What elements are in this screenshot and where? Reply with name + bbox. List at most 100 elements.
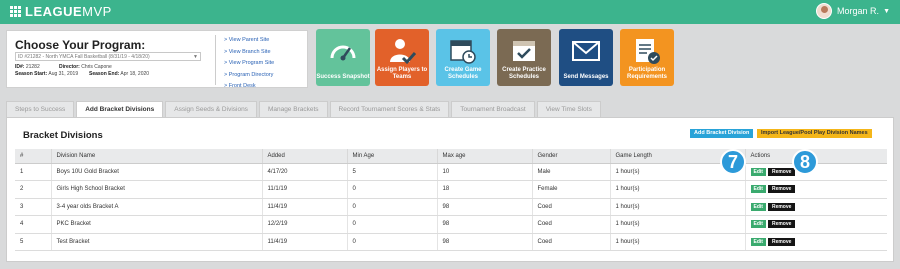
remove-button[interactable]: Remove (767, 202, 796, 211)
row-actions: Edit Remove (744, 198, 887, 216)
participation-requirements-tile[interactable]: Participation Requirements (620, 29, 674, 86)
tile-label: Create Game Schedules (444, 67, 482, 80)
assign-user-icon (390, 39, 417, 65)
link-view-branch-site[interactable]: > View Branch Site (224, 47, 274, 59)
add-bracket-division-button[interactable]: Add Bracket Division (690, 129, 754, 138)
min-age: 5 (346, 163, 437, 181)
table-header: # Division Name Added Min Age Max age Ge… (15, 149, 887, 164)
column-header[interactable]: Added (261, 149, 347, 164)
table-row: 3 3-4 year olds Bracket A 11/4/19 0 98 C… (15, 198, 887, 216)
division-name: 3-4 year olds Bracket A (50, 198, 262, 216)
added-date: 11/1/19 (261, 180, 347, 199)
remove-button[interactable]: Remove (767, 220, 796, 229)
column-header[interactable]: Max age (436, 149, 532, 164)
edit-button[interactable]: Edit (750, 167, 766, 176)
tile-label: Create Practice Schedules (502, 67, 546, 80)
leaguemvp-logo[interactable]: LEAGUEMVP (10, 4, 112, 19)
success-snapshot-tile[interactable]: Success Snapshot (316, 29, 370, 86)
column-header[interactable]: # (15, 149, 51, 164)
grid-icon (10, 6, 21, 17)
user-menu[interactable]: Morgan R. ▼ (816, 3, 890, 19)
game-length: 1 hour(s) (609, 233, 745, 251)
min-age: 0 (346, 215, 437, 234)
remove-button[interactable]: Remove (767, 237, 796, 246)
gender: Male (531, 163, 610, 181)
divisions-table: # Division Name Added Min Age Max age Ge… (15, 149, 887, 251)
program-select[interactable]: ID #21282 - North YMCA Fall Basketball (… (15, 52, 201, 61)
tab-manage-brackets[interactable]: Manage Brackets (258, 101, 328, 117)
row-actions: Edit Remove (744, 180, 887, 199)
min-age: 0 (346, 233, 437, 251)
added-date: 11/4/19 (261, 198, 347, 216)
callout-badge-8: 8 (792, 149, 818, 175)
row-number: 4 (15, 215, 51, 234)
gender: Coed (531, 198, 610, 216)
envelope-icon (572, 41, 600, 61)
edit-button[interactable]: Edit (750, 202, 766, 211)
added-date: 11/4/19 (261, 233, 347, 251)
row-actions: Edit Remove (744, 233, 887, 251)
gender: Coed (531, 233, 610, 251)
edit-button[interactable]: Edit (750, 237, 766, 246)
callout-badge-7: 7 (720, 149, 746, 175)
tab-add-bracket-divisions[interactable]: Add Bracket Divisions (76, 101, 164, 118)
tile-label: Assign Players to Teams (376, 67, 428, 80)
program-id: ID#: 21282 (15, 64, 40, 70)
tile-label: Success Snapshot (316, 74, 370, 80)
tab-tournament-broadcast[interactable]: Tournament Broadcast (451, 101, 535, 117)
remove-button[interactable]: Remove (767, 167, 796, 176)
row-number: 3 (15, 198, 51, 216)
row-number: 5 (15, 233, 51, 251)
gender: Female (531, 180, 610, 199)
min-age: 0 (346, 198, 437, 216)
gender: Coed (531, 215, 610, 234)
link-view-program-site[interactable]: > View Program Site (224, 58, 274, 70)
tab-view-time-slots[interactable]: View Time Slots (536, 101, 601, 117)
link-view-parent-site[interactable]: > View Parent Site (224, 35, 274, 47)
link-front-desk[interactable]: > Front Desk (224, 81, 274, 93)
column-header[interactable]: Gender (531, 149, 610, 164)
page-title: Choose Your Program: (15, 38, 146, 52)
max-age: 98 (436, 233, 532, 251)
link-program-directory[interactable]: > Program Directory (224, 70, 274, 82)
season-end: Season End: Apr 18, 2020 (89, 71, 150, 77)
create-practice-schedules-tile[interactable]: Create Practice Schedules (497, 29, 551, 86)
row-number: 1 (15, 163, 51, 181)
game-length: 1 hour(s) (609, 215, 745, 234)
remove-button[interactable]: Remove (767, 185, 796, 194)
program-director: Director: Chris Capone (59, 64, 112, 70)
tile-label: Send Messages (563, 74, 609, 80)
table-row: 4 PKC Bracket 12/2/19 0 98 Coed 1 hour(s… (15, 215, 887, 234)
division-name: Boys 10U Gold Bracket (50, 163, 262, 181)
edit-button[interactable]: Edit (750, 220, 766, 229)
game-length: 1 hour(s) (609, 198, 745, 216)
tab-steps-to-success[interactable]: Steps to Success (6, 101, 75, 117)
max-age: 10 (436, 163, 532, 181)
table-row: 5 Test Bracket 11/4/19 0 98 Coed 1 hour(… (15, 233, 887, 251)
added-date: 4/17/20 (261, 163, 347, 181)
tile-label: Participation Requirements (626, 67, 667, 80)
logo-text: LEAGUEMVP (25, 4, 112, 19)
tab-record-tournament-scores[interactable]: Record Tournament Scores & Stats (329, 101, 450, 117)
table-row: 2 Girls High School Bracket 11/1/19 0 18… (15, 180, 887, 199)
edit-button[interactable]: Edit (750, 185, 766, 194)
program-select-value: ID #21282 - North YMCA Fall Basketball (… (18, 54, 150, 60)
tab-assign-seeds-divisions[interactable]: Assign Seeds & Divisions (165, 101, 257, 117)
column-header[interactable]: Division Name (50, 149, 262, 164)
top-bar: LEAGUEMVP Morgan R. ▼ (0, 0, 900, 24)
max-age: 98 (436, 198, 532, 216)
calendar-clock-icon (450, 40, 476, 64)
division-name: Test Bracket (50, 233, 262, 251)
section-title: Bracket Divisions (23, 130, 103, 141)
import-division-names-button[interactable]: Import League/Pool Play Division Names (757, 129, 872, 138)
assign-players-tile[interactable]: Assign Players to Teams (375, 29, 429, 86)
max-age: 18 (436, 180, 532, 199)
program-card: Choose Your Program: ID #21282 - North Y… (6, 30, 308, 89)
column-header[interactable]: Min Age (346, 149, 437, 164)
send-messages-tile[interactable]: Send Messages (559, 29, 613, 86)
tab-bar: Steps to Success Add Bracket Divisions A… (6, 101, 603, 118)
min-age: 0 (346, 180, 437, 199)
program-links: > View Parent Site > View Branch Site > … (215, 35, 274, 89)
chevron-down-icon: ▼ (883, 7, 890, 15)
create-game-schedules-tile[interactable]: Create Game Schedules (436, 29, 490, 86)
